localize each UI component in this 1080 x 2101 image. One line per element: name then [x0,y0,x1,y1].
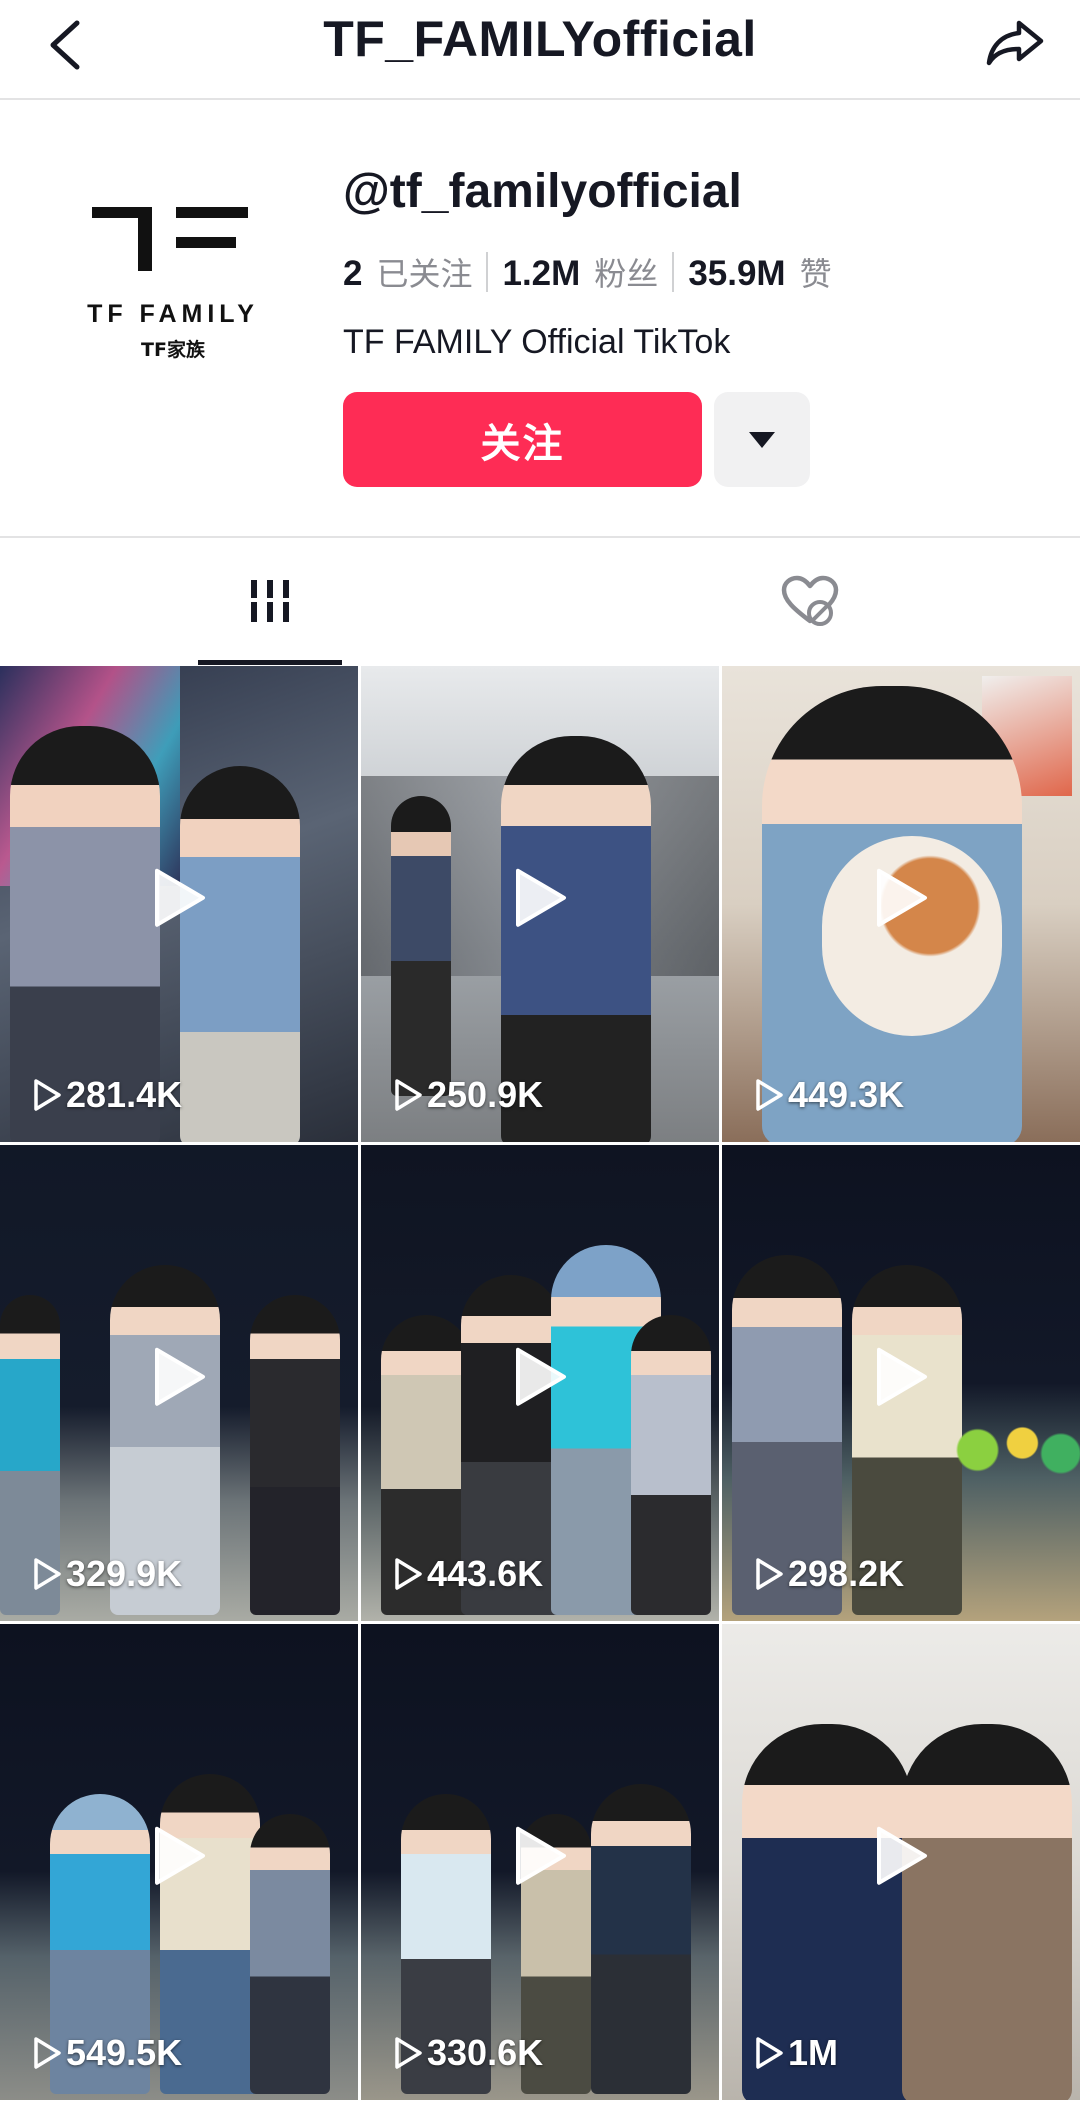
play-outline-icon [756,2037,783,2069]
play-icon [877,868,927,927]
person-figure [391,796,451,1096]
followers-stat[interactable]: 1.2M 粉丝 [502,249,658,295]
video-thumbnail[interactable]: 549.5K [0,1624,358,2100]
view-count-text: 329.9K [66,1553,183,1594]
play-icon [155,1347,205,1406]
active-tab-indicator [198,660,342,665]
play-outline-icon [395,1079,422,1111]
play-outline-icon [395,2037,422,2069]
view-count: 449.3K [754,1074,904,1116]
view-count: 549.5K [32,2032,182,2074]
video-thumbnail[interactable]: 298.2K [722,1145,1080,1621]
play-outline-icon [395,1558,422,1590]
play-outline-icon [756,1558,783,1590]
caret-down-icon [749,431,775,448]
tf-family-logo: TF FAMILY TF家族 [87,207,259,361]
play-icon [877,1347,927,1406]
view-count-text: 250.9K [427,1074,544,1115]
video-thumbnail[interactable]: 281.4K [0,666,358,1142]
video-thumbnail[interactable]: 330.6K [361,1624,719,2100]
play-icon [516,1347,566,1406]
view-count-text: 1M [788,2032,839,2073]
play-outline-icon [34,2037,61,2069]
video-thumbnail[interactable]: 1M [722,1624,1080,2100]
balloons [952,1415,1080,1485]
view-count-text: 281.4K [66,1074,183,1115]
page-title: TF_FAMILYofficial [323,11,757,67]
person-figure [250,1814,330,2094]
view-count: 443.6K [393,1553,543,1595]
person-figure [180,766,300,1142]
video-thumbnail[interactable]: 250.9K [361,666,719,1142]
video-thumbnail[interactable]: 449.3K [722,666,1080,1142]
video-thumbnail[interactable]: 329.9K [0,1145,358,1621]
following-count: 2 [343,254,363,293]
top-bar: TF_FAMILYofficial [0,0,1080,100]
stat-divider [672,252,675,292]
play-outline-icon [34,1558,61,1590]
view-count: 1M [754,2032,838,2074]
profile-handle: @tf_familyofficial [343,165,742,218]
view-count-text: 549.5K [66,2032,183,2073]
play-icon [516,868,566,927]
person-figure [902,1724,1072,2100]
view-count: 281.4K [32,1074,182,1116]
view-count-text: 330.6K [427,2032,544,2073]
view-count: 250.9K [393,1074,543,1116]
view-count: 298.2K [754,1553,904,1595]
tabs-divider [0,536,1080,538]
followers-label: 粉丝 [594,256,659,292]
likes-label: 赞 [799,256,832,292]
tab-liked[interactable] [540,540,1080,662]
play-icon [155,868,205,927]
more-options-button[interactable] [714,392,810,487]
following-label: 已关注 [376,256,473,292]
svg-text:TF FAMILY: TF FAMILY [87,300,259,328]
video-thumbnail[interactable]: 443.6K [361,1145,719,1621]
person-figure [250,1295,340,1615]
stat-divider [486,252,489,292]
play-icon [155,1826,205,1885]
grid-lines-icon [247,580,293,622]
view-count-text: 443.6K [427,1553,544,1594]
view-count: 330.6K [393,2032,543,2074]
likes-stat[interactable]: 35.9M 赞 [688,249,831,295]
following-stat[interactable]: 2 已关注 [343,249,472,295]
svg-text:TF家族: TF家族 [141,338,206,361]
follow-button[interactable]: 关注 [343,392,702,487]
heart-hidden-icon [781,575,839,626]
play-outline-icon [756,1079,783,1111]
followers-count: 1.2M [502,254,581,293]
share-button[interactable] [980,8,1050,78]
view-count-text: 449.3K [788,1074,905,1115]
likes-count: 35.9M [688,254,786,293]
view-count: 329.9K [32,1553,182,1595]
play-outline-icon [34,1079,61,1111]
play-icon [516,1826,566,1885]
play-icon [877,1826,927,1885]
back-button[interactable] [34,10,94,80]
share-arrow-icon [986,20,1044,66]
person-figure [631,1315,711,1615]
tab-videos[interactable] [0,540,540,662]
profile-bio: TF FAMILY Official TikTok [343,323,731,361]
chevron-left-icon [50,20,80,70]
person-figure [591,1784,691,2094]
profile-stats: 2 已关注 1.2M 粉丝 35.9M 赞 [343,246,832,298]
view-count-text: 298.2K [788,1553,905,1594]
video-grid: 281.4K 250.9K 449.3K 329.9K 443.6K 298.2… [0,666,1080,2101]
avatar[interactable]: TF FAMILY TF家族 [58,185,288,375]
